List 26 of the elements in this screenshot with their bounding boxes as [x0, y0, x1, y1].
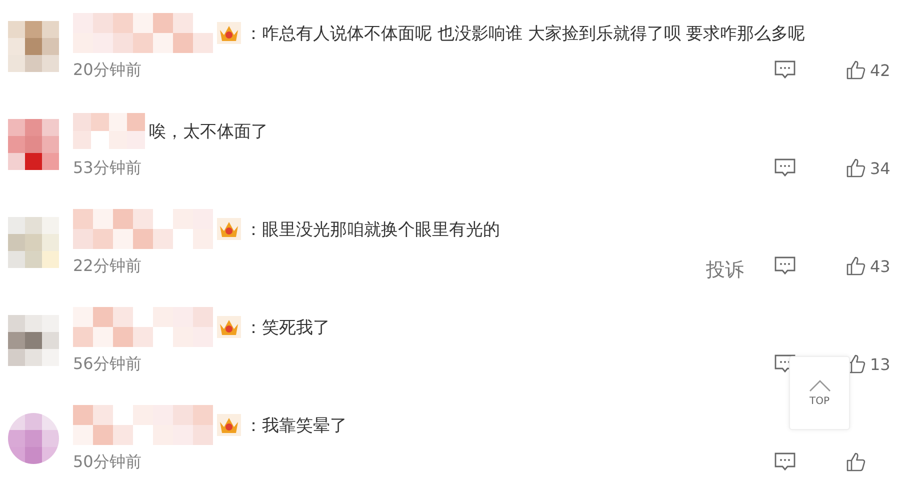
comment-icon[interactable] [774, 158, 796, 178]
timestamp: 20分钟前 [73, 60, 142, 80]
chevron-up-icon [808, 380, 830, 392]
comment-icon[interactable] [774, 452, 796, 472]
back-to-top-button[interactable]: TOP [789, 356, 850, 430]
like-icon[interactable] [846, 158, 866, 178]
comment-text: 唉，太不体面了 [149, 120, 268, 142]
comment-text: ：眼里没光那咱就换个眼里有光的 [245, 218, 500, 240]
timestamp: 56分钟前 [73, 354, 142, 374]
comment-text: ：笑死我了 [245, 316, 330, 338]
comment-icon[interactable] [774, 60, 796, 80]
like-icon[interactable] [846, 256, 866, 276]
like-icon[interactable] [846, 60, 866, 80]
report-link[interactable]: 投诉 [706, 257, 744, 283]
comment-icon[interactable] [774, 256, 796, 276]
comment-text: ：咋总有人说体不体面呢 也没影响谁 大家捡到乐就得了呗 要求咋那么多呢 [245, 22, 806, 44]
like-count: 13 [870, 354, 890, 374]
pixelated-name [73, 113, 145, 149]
like-count: 42 [870, 60, 890, 80]
like-icon[interactable] [846, 452, 866, 472]
like-count: 34 [870, 158, 890, 178]
like-count: 43 [870, 256, 890, 276]
timestamp: 50分钟前 [73, 452, 142, 472]
timestamp: 53分钟前 [73, 158, 142, 178]
comment-text: ：我靠笑晕了 [245, 414, 347, 436]
timestamp: 22分钟前 [73, 256, 142, 276]
